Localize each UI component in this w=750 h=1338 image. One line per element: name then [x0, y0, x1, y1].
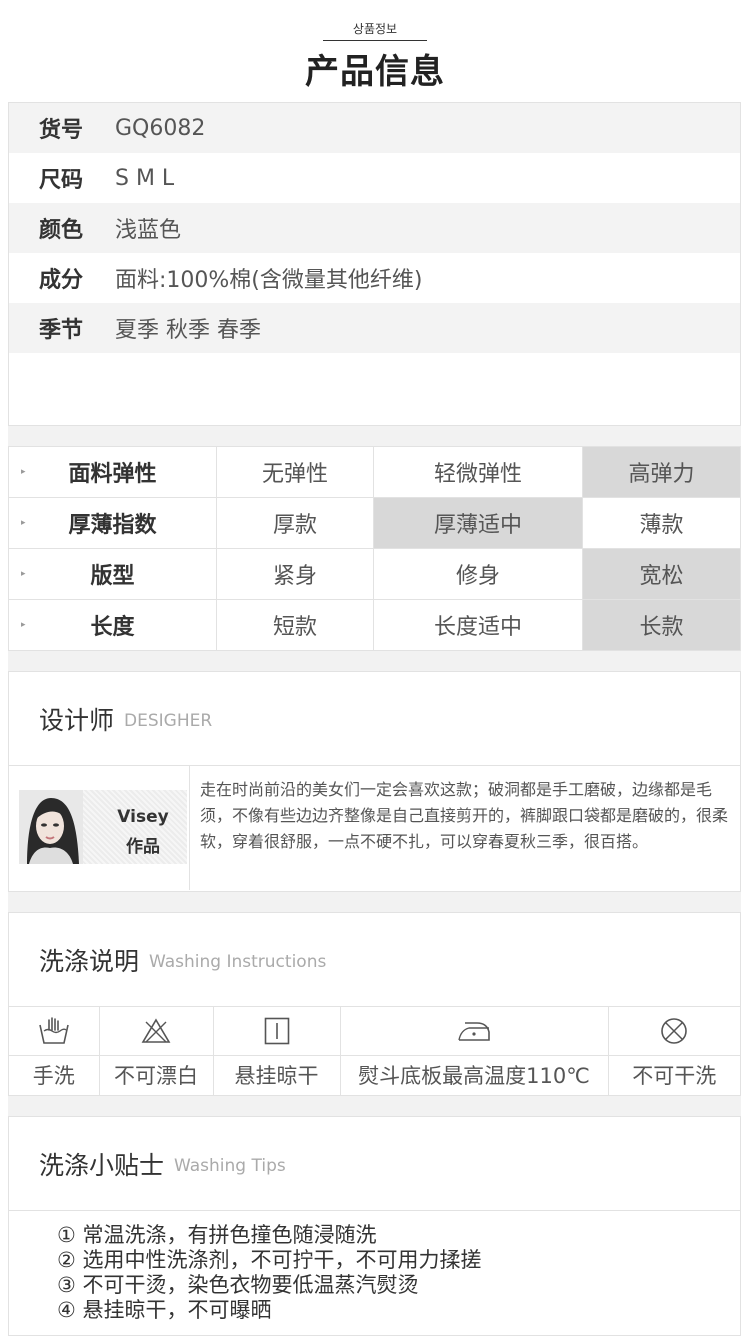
attribute-option: 短款: [216, 599, 374, 651]
info-value: 面料:100%棉(含微量其他纤维): [115, 268, 423, 293]
washing-tips-section: 洗涤小贴士 Washing Tips ① 常温洗涤，有拼色撞色随浸随洗 ② 选用…: [8, 1116, 741, 1336]
no-bleach-icon: [98, 1007, 214, 1056]
designer-badge: Visey 作品: [19, 790, 187, 864]
tip-item: ③ 不可干烫，染色衣物要低温蒸汽熨烫: [57, 1273, 419, 1297]
no-dry-clean-icon: [607, 1007, 740, 1056]
info-value: GQ6082: [115, 115, 206, 141]
washing-label: 手洗: [9, 1054, 100, 1095]
attribute-option: 无弹性: [216, 446, 374, 498]
hang-dry-icon: [212, 1007, 341, 1056]
iron-icon: [339, 1007, 609, 1056]
section-title: 洗涤说明: [39, 946, 140, 976]
section-gap: [8, 1096, 741, 1116]
page-title: 产品信息: [305, 52, 445, 92]
header-korean-title: 상품정보: [352, 22, 398, 36]
hand-wash-icon: [9, 1007, 100, 1056]
info-value: 浅蓝色: [115, 218, 182, 243]
info-value: 夏季 秋季 春季: [115, 318, 261, 343]
attribute-option: 修身: [373, 548, 583, 600]
washing-label: 熨斗底板最高温度110℃: [339, 1054, 609, 1095]
attribute-option: 薄款: [582, 497, 741, 549]
section-gap: [8, 426, 741, 446]
designer-body: Visey 作品 走在时尚前沿的美女们一定会喜欢这款；破洞都是手工磨破，边缘都是…: [9, 766, 740, 890]
attribute-grid: ▸ 面料弹性 无弹性 轻微弹性 高弹力 ▸ 厚薄指数 厚款 厚薄适中 薄款 ▸ 版型 …: [8, 446, 741, 651]
info-label: 颜色: [39, 218, 84, 243]
tip-item: ④ 悬挂晾干，不可曝晒: [57, 1298, 272, 1322]
washing-label: 不可漂白: [98, 1054, 214, 1095]
attribute-label: ▸ 长度: [8, 599, 217, 651]
washing-heading: 洗涤说明 Washing Instructions: [9, 913, 740, 1007]
attribute-option-selected: 厚薄适中: [373, 497, 583, 549]
tip-item: ② 选用中性洗涤剂，不可拧干，不可用力揉搓: [57, 1248, 482, 1272]
attribute-row-elasticity: ▸ 面料弹性 无弹性 轻微弹性 高弹力: [8, 446, 741, 498]
washing-label: 悬挂晾干: [212, 1054, 341, 1095]
attribute-label: ▸ 面料弹性: [8, 446, 217, 498]
attribute-option: 紧身: [216, 548, 374, 600]
attribute-label: ▸ 厚薄指数: [8, 497, 217, 549]
bullet-arrow-icon: ▸: [21, 569, 26, 579]
product-info-panel: 货号 GQ6082 尺码 S M L 颜色 浅蓝色 成分 面料:100%棉(含微…: [8, 102, 741, 426]
bullet-arrow-icon: ▸: [21, 467, 26, 477]
designer-description: 走在时尚前沿的美女们一定会喜欢这款；破洞都是手工磨破，边缘都是毛须，不像有些边边…: [200, 780, 729, 851]
attribute-option: 厚款: [216, 497, 374, 549]
info-row-season: 季节 夏季 秋季 春季: [9, 303, 740, 353]
info-row-size: 尺码 S M L: [9, 153, 740, 203]
section-subtitle: Washing Instructions: [149, 951, 327, 972]
info-row-sku: 货号 GQ6082: [9, 103, 740, 153]
designer-work-label: 作品: [126, 837, 160, 857]
info-row-material: 成分 面料:100%棉(含微量其他纤维): [9, 253, 740, 303]
section-title: 洗涤小贴士: [39, 1150, 165, 1180]
washing-table: 手洗 不可漂白 悬挂晾干 熨斗底板最高温度110℃ 不可干洗: [9, 1007, 740, 1095]
attribute-row-fit: ▸ 版型 紧身 修身 宽松: [8, 548, 741, 600]
section-subtitle: Washing Tips: [174, 1155, 286, 1176]
section-subtitle: DESIGHER: [124, 710, 213, 731]
info-label: 尺码: [39, 168, 84, 193]
info-value: S M L: [115, 165, 175, 191]
designer-name: Visey: [117, 807, 169, 827]
attribute-option-selected: 宽松: [582, 548, 741, 600]
header-divider: [323, 40, 427, 41]
washing-label: 不可干洗: [607, 1054, 740, 1095]
section-gap: [8, 892, 741, 912]
section-title: 设计师: [39, 705, 115, 735]
info-label: 季节: [39, 318, 84, 343]
tip-item: ① 常温洗涤，有拼色撞色随浸随洗: [57, 1223, 377, 1247]
attribute-row-length: ▸ 长度 短款 长度适中 长款: [8, 599, 741, 651]
section-gap: [8, 651, 741, 671]
info-label: 成分: [39, 268, 84, 293]
bullet-arrow-icon: ▸: [21, 620, 26, 630]
designer-heading: 设计师 DESIGHER: [9, 672, 740, 766]
attribute-option-selected: 长款: [582, 599, 741, 651]
tips-heading: 洗涤小贴士 Washing Tips: [9, 1117, 740, 1211]
attribute-option: 长度适中: [373, 599, 583, 651]
attribute-option-selected: 高弹力: [582, 446, 741, 498]
avatar: [19, 790, 83, 864]
attribute-row-thickness: ▸ 厚薄指数 厚款 厚薄适中 薄款: [8, 497, 741, 549]
attribute-option: 轻微弹性: [373, 446, 583, 498]
designer-section: 设计师 DESIGHER Visey 作品 走在时尚前沿的美女们一定会喜欢这款；…: [8, 671, 741, 892]
attribute-label: ▸ 版型: [8, 548, 217, 600]
info-row-color: 颜色 浅蓝色: [9, 203, 740, 253]
tips-list: ① 常温洗涤，有拼色撞色随浸随洗 ② 选用中性洗涤剂，不可拧干，不可用力揉搓 ③…: [9, 1211, 740, 1323]
designer-card: Visey 作品: [9, 766, 190, 890]
info-label: 货号: [39, 118, 84, 143]
washing-section: 洗涤说明 Washing Instructions 手洗 不可漂白 悬挂晾干 熨…: [8, 912, 741, 1096]
page-header: 상품정보 产品信息: [0, 0, 750, 100]
bullet-arrow-icon: ▸: [21, 518, 26, 528]
